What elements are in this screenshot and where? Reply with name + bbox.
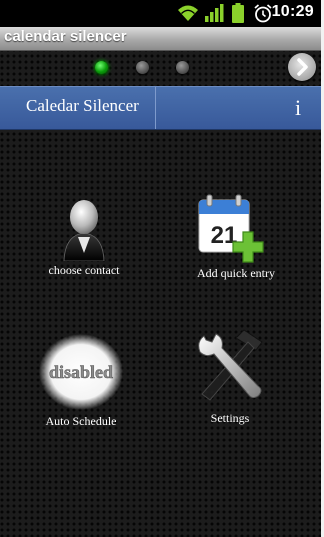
page-indicator-3[interactable] <box>176 61 189 74</box>
page-indicator-1[interactable] <box>95 61 108 74</box>
wrench-hammer-icon <box>198 329 263 401</box>
wifi-icon <box>178 5 198 21</box>
app-title: Caledar Silencer <box>26 96 139 115</box>
app-screen: 10:29 calendar silencer Caledar Silencer… <box>0 0 321 537</box>
calendar-add-icon: 21 <box>198 194 264 263</box>
info-button[interactable]: i <box>281 93 315 123</box>
window-title: calendar silencer <box>4 28 127 45</box>
contact-silhouette-icon <box>63 200 105 261</box>
add-quick-entry-button[interactable]: 21 Add quick entry <box>186 192 286 284</box>
app-header: Caledar Silencer i <box>0 86 321 130</box>
title-bar: calendar silencer <box>0 27 321 51</box>
signal-icon <box>205 4 224 22</box>
next-page-button[interactable] <box>288 53 316 81</box>
choose-contact-button[interactable]: choose contact <box>34 195 134 281</box>
auto-schedule-button[interactable]: disabled Auto Schedule <box>31 334 131 430</box>
header-divider <box>155 87 156 129</box>
disabled-badge-text: disabled <box>49 362 113 382</box>
settings-button[interactable]: Settings <box>180 328 280 425</box>
battery-icon <box>232 3 244 23</box>
alarm-clock-icon <box>254 4 272 23</box>
chevron-right-icon <box>297 58 308 76</box>
status-clock: 10:29 <box>271 3 314 20</box>
status-bar: 10:29 <box>0 0 321 27</box>
settings-label: Settings <box>210 411 250 425</box>
choose-contact-label: choose contact <box>48 263 120 277</box>
auto-schedule-label: Auto Schedule <box>45 414 117 428</box>
disabled-badge-icon: disabled <box>39 334 123 410</box>
page-indicator-2[interactable] <box>136 61 149 74</box>
add-quick-entry-label: Add quick entry <box>197 266 275 280</box>
